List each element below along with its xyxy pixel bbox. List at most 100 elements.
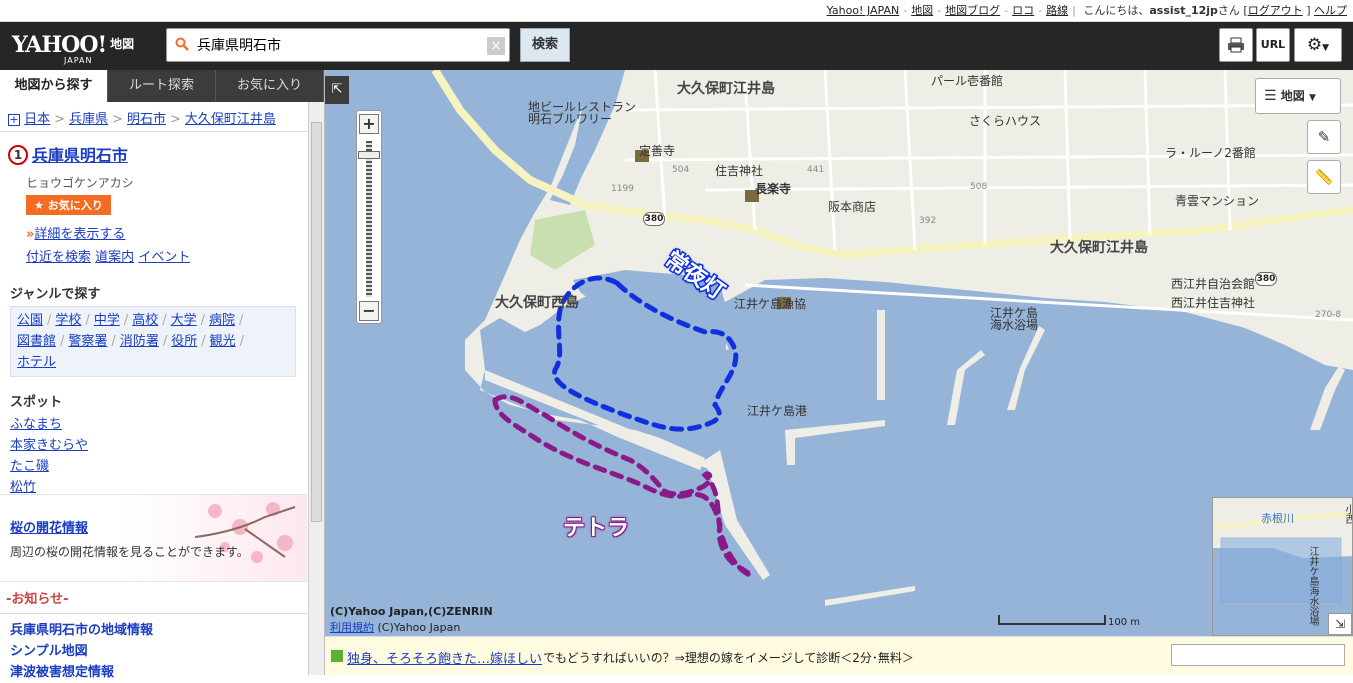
- sidebar-tabs: 地図から探す ルート探索 お気に入り: [0, 70, 324, 102]
- event-link[interactable]: イベント: [138, 250, 190, 265]
- search-input[interactable]: [197, 33, 477, 57]
- sidebar-scrollbar[interactable]: [308, 102, 324, 675]
- land-area: [420, 70, 1353, 470]
- notice-link[interactable]: 兵庫県明石市の地域情報: [10, 623, 153, 638]
- notice-section: -お知らせ- 兵庫県明石市の地域情報 シンプル地図 津波被害想定情報: [0, 582, 307, 683]
- expand-icon[interactable]: +: [8, 114, 20, 126]
- help-link[interactable]: ヘルプ: [1314, 4, 1347, 17]
- genre-list: 公園 / 学校 / 中学 / 高校 / 大学 / 病院 / 図書館 / 警察署 / 消防署 / 役所 / 観光 / ホテ…: [10, 306, 296, 377]
- spot-item[interactable]: ふなまち: [10, 417, 62, 432]
- breadcrumb-hyogo[interactable]: 兵庫県: [69, 112, 108, 127]
- ad-title-link[interactable]: 独身、そろそろ飽きた…嫁ほしい: [347, 648, 542, 667]
- clear-icon[interactable]: ×: [487, 37, 505, 55]
- genre-high-school[interactable]: 高校: [132, 313, 158, 328]
- map-label-town: 大久保町江井島: [677, 81, 775, 97]
- scale-label: 100 m: [1108, 617, 1141, 628]
- place-kana: ヒョウゴケンアカシ: [26, 176, 134, 190]
- favorite-button[interactable]: ★ お気に入り: [26, 195, 111, 215]
- ad-input-field[interactable]: [1171, 644, 1345, 666]
- sakura-link[interactable]: 桜の開花情報: [10, 517, 88, 536]
- genre-hotel[interactable]: ホテル: [17, 355, 56, 370]
- map-label-beach: 海水浴場: [990, 318, 1039, 332]
- spot-item[interactable]: たこ磯: [10, 459, 49, 474]
- directions-link[interactable]: 道案内: [95, 250, 134, 265]
- measure-tool-button[interactable]: 📏: [1307, 160, 1341, 194]
- genre-university[interactable]: 大学: [171, 313, 197, 328]
- minimap-beach-label: 江井ケ島海水浴場: [1307, 546, 1318, 626]
- logout-link[interactable]: ログアウト: [1248, 4, 1303, 17]
- nearby-search-link[interactable]: 付近を検索: [26, 250, 91, 265]
- genre-police[interactable]: 警察署: [68, 334, 107, 349]
- genre-park[interactable]: 公園: [17, 313, 43, 328]
- print-button[interactable]: [1219, 28, 1253, 62]
- logo-sub: JAPAN: [64, 56, 93, 65]
- tab-favorites[interactable]: お気に入り: [216, 70, 324, 102]
- overview-minimap[interactable]: 赤根川 江井ケ島海水浴場 小西 ⇲: [1212, 497, 1353, 636]
- notice-link[interactable]: シンプル地図: [10, 644, 88, 659]
- notice-link[interactable]: 津波被害想定情報: [10, 665, 114, 680]
- yahoo-logo[interactable]: YAHOO! 地図 JAPAN: [12, 32, 134, 65]
- minimap-edge-label: 小西: [1343, 504, 1353, 524]
- link-map-blog[interactable]: 地図ブログ: [945, 4, 1000, 17]
- minimap-toggle-button[interactable]: ⇲: [1328, 613, 1352, 635]
- collapse-sidebar-button[interactable]: ⇱: [325, 76, 349, 104]
- sakura-description: 周辺の桜の開花情報を見ることができます。: [10, 545, 249, 559]
- link-route[interactable]: 路線: [1046, 4, 1068, 17]
- sidebar: 地図から探す ルート探索 お気に入り + 日本 > 兵庫県 > 明石市 > 大久保町江井島 …: [0, 70, 325, 680]
- tab-search-map[interactable]: 地図から探す: [0, 70, 108, 102]
- link-loco[interactable]: ロコ: [1012, 4, 1034, 17]
- terms-link[interactable]: 利用規約: [330, 621, 374, 634]
- draw-tool-button[interactable]: ✎: [1307, 120, 1341, 154]
- map-label-poi: 西江井自治会館: [1171, 277, 1256, 291]
- map-label-town: 大久保町西島: [495, 295, 579, 311]
- spot-item[interactable]: 松竹: [10, 480, 36, 495]
- map-label-poi: 阪本商店: [828, 200, 877, 214]
- header: YAHOO!地図JAPAN × 検索 URL ⚙▼: [0, 22, 1353, 70]
- layer-button[interactable]: ☰ 地図 ▼: [1255, 78, 1341, 114]
- zoom-track[interactable]: [366, 141, 372, 297]
- search-button[interactable]: 検索: [520, 28, 570, 62]
- layers-icon: ☰: [1264, 88, 1277, 104]
- star-icon: ★: [34, 199, 44, 212]
- settings-button[interactable]: ⚙▼: [1294, 28, 1342, 62]
- map-address-number: 508: [970, 182, 988, 192]
- spot-item[interactable]: 本家きむらや: [10, 438, 88, 453]
- route-shield: 380: [643, 212, 665, 226]
- genre-junior-high[interactable]: 中学: [94, 313, 120, 328]
- printer-icon: [1228, 37, 1244, 53]
- notice-heading: -お知らせ-: [0, 582, 307, 614]
- place-title[interactable]: 兵庫県明石市: [32, 146, 128, 165]
- url-button[interactable]: URL: [1256, 28, 1290, 62]
- arrow-icon: ⇱: [331, 82, 343, 97]
- breadcrumb-japan[interactable]: 日本: [24, 112, 50, 127]
- detail-link[interactable]: 詳細を表示する: [34, 227, 125, 242]
- map-copyright: (C)Yahoo Japan,(C)ZENRIN: [330, 605, 493, 618]
- genre-hospital[interactable]: 病院: [209, 313, 235, 328]
- genre-library[interactable]: 図書館: [17, 334, 56, 349]
- map-canvas[interactable]: ⇱ + − 大久保町江井島 大久保町江井島 大久保町西島 パール壱番館 地ビール…: [325, 70, 1353, 636]
- pen-icon: ✎: [1317, 128, 1331, 146]
- spot-heading: スポット: [10, 395, 63, 410]
- map-terms-line: 利用規約 (C)Yahoo Japan: [330, 621, 461, 634]
- link-map[interactable]: 地図: [911, 4, 933, 17]
- genre-school[interactable]: 学校: [55, 313, 81, 328]
- genre-office[interactable]: 役所: [171, 334, 197, 349]
- scrollbar-thumb[interactable]: [311, 122, 322, 522]
- chevron-down-icon: ▼: [1308, 93, 1316, 103]
- breadcrumb-eigashima[interactable]: 大久保町江井島: [185, 112, 276, 127]
- zoom-in-button[interactable]: +: [359, 114, 379, 134]
- map-address-number: 1199: [611, 184, 634, 194]
- breadcrumb-akashi[interactable]: 明石市: [127, 112, 166, 127]
- map-address-number: 504: [672, 165, 690, 175]
- genre-fire-station[interactable]: 消防署: [120, 334, 159, 349]
- link-yahoo-japan[interactable]: Yahoo! JAPAN: [827, 4, 900, 17]
- genre-heading: ジャンルで探す: [10, 287, 101, 302]
- utility-bar: Yahoo! JAPAN - 地図 - 地図ブログ - ロコ - 路線 | こんにちは、assis…: [0, 0, 1353, 22]
- tab-route-search[interactable]: ルート探索: [108, 70, 216, 102]
- genre-sightseeing[interactable]: 観光: [210, 334, 236, 349]
- map-label-poi: ラ・ルーノ2番館: [1165, 146, 1256, 160]
- greeting-text: こんにちは、: [1083, 4, 1150, 17]
- zoom-out-button[interactable]: −: [359, 301, 379, 321]
- map-label-poi: 江井ケ島漁協: [734, 297, 807, 311]
- zoom-slider-knob[interactable]: [358, 151, 380, 159]
